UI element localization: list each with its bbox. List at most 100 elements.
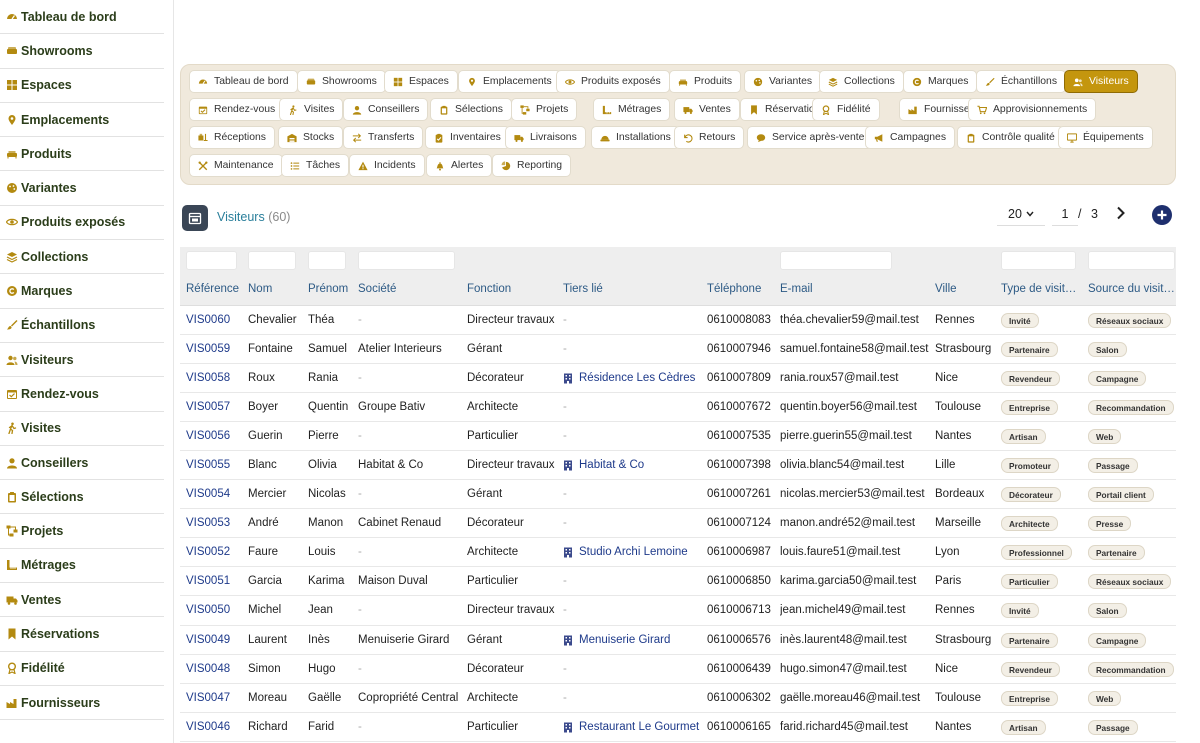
nav-chip[interactable]: Reporting [492,154,572,177]
nav-chip[interactable]: Projets [511,98,578,121]
column-header[interactable]: Référence [186,276,244,306]
sidebar-item[interactable]: Tableau de bord [0,0,164,35]
column-filter-input[interactable] [186,251,237,270]
linked-party-link[interactable]: Habitat & Co [563,451,704,480]
nav-chip[interactable]: Métrages [593,98,671,121]
sidebar-item[interactable]: Fidélité [0,652,164,686]
column-filter-input[interactable] [248,251,296,270]
sidebar-item[interactable]: Projets [0,514,164,549]
sidebar-item[interactable]: Emplacements [0,103,164,138]
sidebar-item[interactable]: Produits [0,137,164,172]
visitor-reference-link[interactable]: VIS0057 [186,393,245,422]
nav-chip[interactable]: Visites [279,98,344,121]
page-input[interactable]: 1 [1052,202,1078,226]
column-header[interactable]: Téléphone [707,276,776,306]
sidebar-item[interactable]: Variantes [0,171,164,206]
sidebar-item[interactable]: Espaces [0,69,164,103]
nav-chip[interactable]: Espaces [384,70,458,93]
linked-party-link[interactable]: Restaurant Le Gourmet [563,713,704,742]
linked-party-link[interactable]: Menuiserie Girard [563,626,704,655]
visitor-reference-link[interactable]: VIS0054 [186,480,245,509]
column-header[interactable]: Fonction [467,276,559,306]
visitor-reference-link[interactable]: VIS0047 [186,684,245,713]
visitor-reference-link[interactable]: VIS0060 [186,306,245,335]
sidebar-item[interactable]: Métrages [0,549,164,584]
visitor-reference-link[interactable]: VIS0053 [186,509,245,538]
column-filter-input[interactable] [308,251,346,270]
nav-chip[interactable]: Installations [591,126,680,149]
sidebar-item[interactable]: Collections [0,240,164,275]
nav-chip[interactable]: Contrôle qualité [957,126,1064,149]
table-row[interactable]: VIS0048 Simon Hugo - Décorateur - 0610006439 hu… [180,655,1176,684]
visitor-reference-link[interactable]: VIS0058 [186,364,245,393]
nav-chip[interactable]: Variantes [744,70,822,93]
table-row[interactable]: VIS0051 Garcia Karima Maison Duval Particuli… [180,567,1176,597]
visitor-reference-link[interactable]: VIS0049 [186,626,245,655]
visitor-reference-link[interactable]: VIS0051 [186,567,245,596]
nav-chip[interactable]: Tableau de bord [189,70,298,93]
sidebar-item[interactable]: Rendez-vous [0,377,164,412]
table-row[interactable]: VIS0049 Laurent Inès Menuiserie Girard Géran… [180,626,1176,655]
linked-party-link[interactable]: Studio Archi Lemoine [563,538,704,567]
table-row[interactable]: VIS0056 Guerin Pierre - Particulier - 06100075… [180,422,1176,452]
nav-chip[interactable]: Showrooms [297,70,386,93]
column-header[interactable]: Ville [935,276,997,306]
visitor-reference-link[interactable]: VIS0056 [186,422,245,451]
nav-chip[interactable]: Marques [903,70,978,93]
sidebar-item[interactable]: Showrooms [0,34,164,69]
nav-chip[interactable]: Conseillers [343,98,429,121]
per-page-select[interactable]: 20 [997,202,1045,226]
sidebar-item[interactable]: Produits exposés [0,206,164,241]
nav-chip[interactable]: Maintenance [189,154,283,177]
nav-chip[interactable]: Visiteurs [1064,70,1138,93]
table-row[interactable]: VIS0058 Roux Rania - Décorateur Résidence Les… [180,364,1176,394]
nav-chip[interactable]: Fidélité [812,98,880,121]
sidebar-item[interactable]: Conseillers [0,446,164,481]
nav-chip[interactable]: Campagnes [865,126,956,149]
nav-chip[interactable]: Équipements [1058,126,1153,149]
nav-chip[interactable]: Emplacements [458,70,561,93]
visitor-reference-link[interactable]: VIS0052 [186,538,245,567]
sidebar-item[interactable]: Ventes [0,583,164,618]
nav-chip[interactable]: Tâches [281,154,350,177]
column-header[interactable]: Prénom [308,276,354,306]
table-row[interactable]: VIS0059 Fontaine Samuel Atelier Interieurs G… [180,335,1176,365]
nav-chip[interactable]: Livraisons [505,126,586,149]
add-visitor-button[interactable] [1152,205,1172,225]
sidebar-item[interactable]: Visites [0,412,164,446]
column-header[interactable]: Type de visit… [1001,276,1084,306]
sidebar-item[interactable]: Fournisseurs [0,686,164,721]
nav-chip[interactable]: Ventes [674,98,740,121]
nav-chip[interactable]: Rendez-vous [189,98,285,121]
table-row[interactable]: VIS0054 Mercier Nicolas - Gérant -0610007261 n… [180,480,1176,510]
next-page-button[interactable] [1113,204,1129,222]
table-row[interactable]: VIS0055 Blanc Olivia Habitat & Co Directeur … [180,451,1176,481]
nav-chip[interactable]: Sélections [430,98,512,121]
sidebar-item[interactable]: Visiteurs [0,343,164,378]
table-row[interactable]: VIS0060 Chevalier Théa - Directeur travaux -0… [180,306,1176,336]
visitor-reference-link[interactable]: VIS0048 [186,655,245,684]
linked-party-link[interactable]: Résidence Les Cèdres [563,364,704,393]
column-header[interactable]: E-mail [780,276,931,306]
visitor-reference-link[interactable]: VIS0059 [186,335,245,364]
table-row[interactable]: VIS0052 Faure Louis - Architecte Studio Archi… [180,538,1176,568]
nav-chip[interactable]: Approvisionnements [968,98,1097,121]
visitor-reference-link[interactable]: VIS0046 [186,713,245,742]
sidebar-item[interactable]: Échantillons [0,309,164,343]
nav-chip[interactable]: Réceptions [189,126,275,149]
table-row[interactable]: VIS0050 Michel Jean - Directeur travaux -0610… [180,596,1176,626]
sidebar-item[interactable]: Marques [0,274,164,309]
column-header[interactable]: Source du visit… [1088,276,1174,306]
sidebar-item[interactable]: Réservations [0,617,164,652]
nav-chip[interactable]: Alertes [426,154,493,177]
visitor-reference-link[interactable]: VIS0050 [186,596,245,625]
column-header[interactable]: Nom [248,276,304,306]
nav-chip[interactable]: Produits exposés [556,70,670,93]
visitor-reference-link[interactable]: VIS0055 [186,451,245,480]
nav-chip[interactable]: Collections [819,70,904,93]
nav-chip[interactable]: Service après-vente [747,126,874,149]
table-row[interactable]: VIS0053 André Manon Cabinet Renaud Décorateu… [180,509,1176,539]
table-row[interactable]: VIS0057 Boyer Quentin Groupe Bativ Architect… [180,393,1176,423]
nav-chip[interactable]: Inventaires [425,126,510,149]
column-filter-input[interactable] [1088,251,1175,270]
